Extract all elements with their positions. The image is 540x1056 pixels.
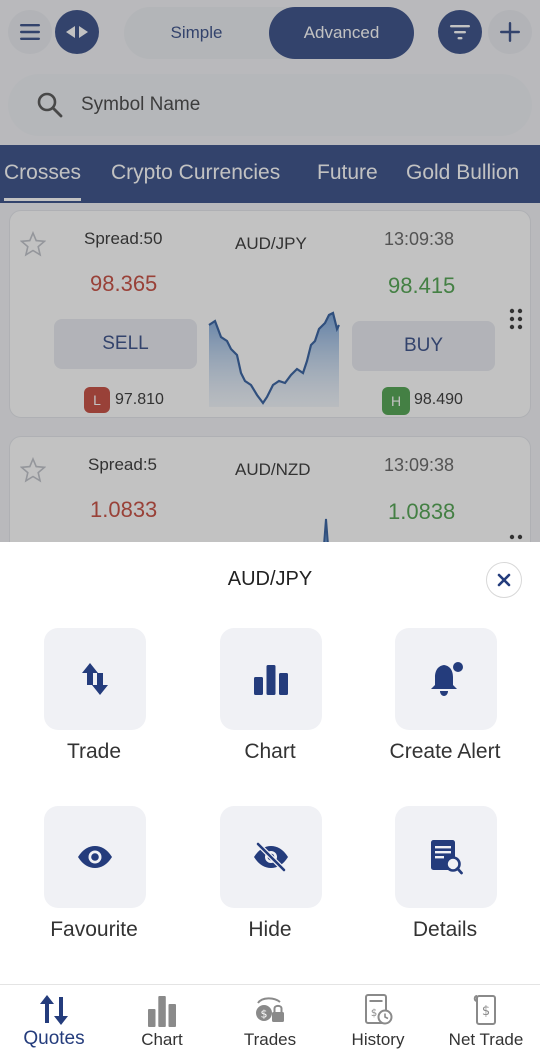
action-create-alert-label: Create Alert bbox=[389, 740, 501, 763]
bar-chart-icon bbox=[254, 665, 288, 695]
action-chart-box[interactable] bbox=[220, 628, 322, 730]
action-details-box[interactable] bbox=[395, 806, 497, 908]
action-favourite-label: Favourite bbox=[50, 918, 138, 941]
close-icon bbox=[497, 573, 511, 587]
nav-chart-label: Chart bbox=[141, 1030, 183, 1049]
action-trade-label: Trade bbox=[66, 740, 122, 763]
svg-text:$: $ bbox=[261, 1008, 268, 1021]
bottom-navigation: Quotes Chart $ Trades $ History $ Net Tr… bbox=[0, 984, 540, 1056]
bell-icon bbox=[431, 662, 463, 696]
nav-net-trade-label: Net Trade bbox=[448, 1030, 524, 1049]
svg-text:$: $ bbox=[371, 1008, 377, 1019]
action-hide-label: Hide bbox=[248, 918, 292, 941]
actions-bottom-sheet: AUD/JPY Trade Chart Create Alert Favouri… bbox=[0, 542, 540, 984]
nav-net-trade[interactable]: $ Net Trade bbox=[432, 985, 540, 1056]
eye-slash-icon bbox=[254, 842, 288, 872]
nav-trades-label: Trades bbox=[243, 1030, 297, 1049]
action-details-label: Details bbox=[412, 918, 478, 941]
trade-arrows-icon bbox=[82, 663, 108, 695]
trades-icon: $ bbox=[256, 997, 284, 1022]
nav-quotes-label: Quotes bbox=[23, 1028, 85, 1049]
sheet-title: AUD/JPY bbox=[227, 568, 313, 590]
nav-trades[interactable]: $ Trades bbox=[216, 985, 324, 1056]
svg-text:$: $ bbox=[482, 1004, 490, 1019]
bar-chart-icon bbox=[148, 996, 176, 1027]
nav-history-label: History bbox=[351, 1030, 405, 1049]
dollar-receipt-icon: $ bbox=[473, 995, 496, 1025]
action-create-alert-box[interactable] bbox=[395, 628, 497, 730]
nav-chart[interactable]: Chart bbox=[108, 985, 216, 1056]
nav-quotes[interactable]: Quotes bbox=[0, 985, 108, 1056]
action-trade-box[interactable] bbox=[44, 628, 146, 730]
receipt-clock-icon: $ bbox=[365, 994, 393, 1025]
action-hide-box[interactable] bbox=[220, 806, 322, 908]
action-favourite-box[interactable] bbox=[44, 806, 146, 908]
document-search-icon bbox=[431, 840, 463, 875]
nav-history[interactable]: $ History bbox=[324, 985, 432, 1056]
eye-icon bbox=[78, 846, 112, 868]
action-chart-label: Chart bbox=[244, 740, 296, 763]
app-screen: Simple Advanced Symbol Name Crosses Cryp bbox=[0, 0, 540, 1056]
modal-backdrop[interactable] bbox=[0, 0, 540, 542]
sort-arrows-icon bbox=[40, 995, 68, 1025]
close-button[interactable] bbox=[486, 562, 522, 598]
